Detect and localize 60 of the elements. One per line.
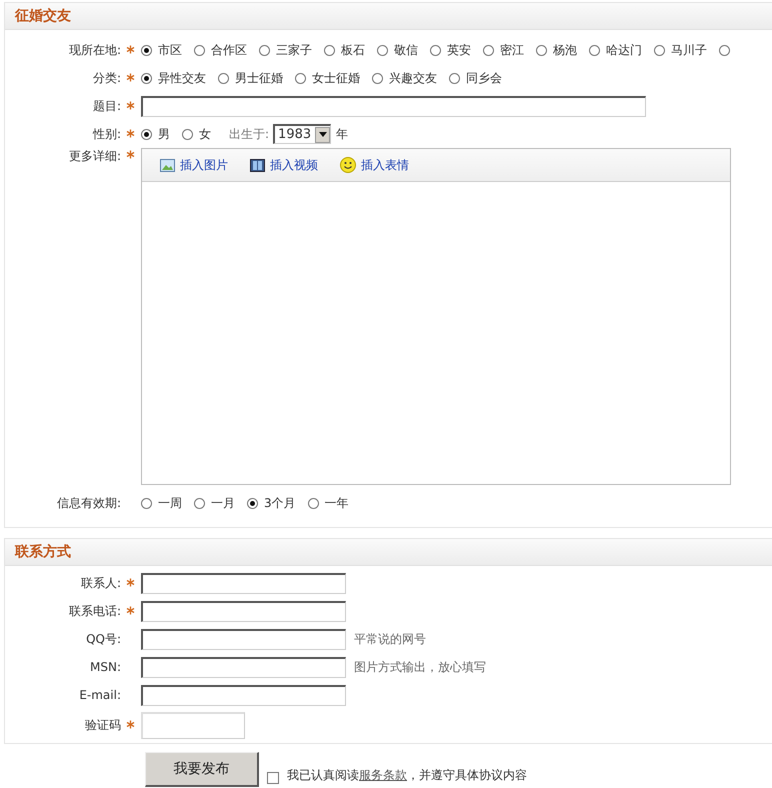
field-label: QQ号: bbox=[86, 632, 121, 646]
year-select[interactable]: 1983 bbox=[273, 124, 332, 144]
field-label: E-mail: bbox=[79, 688, 121, 702]
film-icon bbox=[250, 158, 265, 172]
field-hint: 平常说的网号 bbox=[354, 630, 426, 648]
field-label: 验证码 bbox=[85, 718, 121, 732]
year-unit: 年 bbox=[336, 126, 348, 142]
input-field[interactable] bbox=[141, 684, 346, 706]
field-label: 现所在地: bbox=[68, 42, 121, 56]
field-label: 分类: bbox=[92, 70, 121, 84]
caret-icon bbox=[318, 132, 327, 137]
radio-option[interactable]: 三家子 bbox=[259, 42, 312, 58]
smiley-icon bbox=[340, 157, 356, 173]
field-label: 联系电话: bbox=[68, 604, 121, 618]
input-field[interactable] bbox=[141, 572, 346, 594]
radio-option[interactable]: 板石 bbox=[324, 42, 365, 58]
field-label: MSN: bbox=[90, 660, 121, 674]
radio-option[interactable]: 一年 bbox=[308, 494, 349, 512]
agree-checkbox[interactable] bbox=[267, 772, 279, 784]
radio-option[interactable]: 兴趣交友 bbox=[372, 70, 437, 86]
radio-option[interactable]: 女 bbox=[182, 126, 211, 142]
field-label: 题目: bbox=[92, 98, 121, 112]
field-hint: 图片方式输出，放心填写 bbox=[354, 658, 486, 676]
captcha-field[interactable] bbox=[141, 712, 245, 738]
terms-link[interactable]: 服务条款 bbox=[359, 768, 407, 782]
radio-option[interactable]: 男士征婚 bbox=[218, 70, 283, 86]
subject-field[interactable] bbox=[141, 96, 646, 116]
radio-option[interactable]: 异性交友 bbox=[141, 70, 206, 86]
radio-option[interactable]: 敬信 bbox=[377, 42, 418, 58]
field-label: 更多详细: bbox=[68, 149, 121, 163]
radio-option[interactable]: 同乡会 bbox=[449, 70, 502, 86]
publish-button[interactable]: 我要发布 bbox=[145, 752, 259, 787]
radio-option[interactable]: 马川子 bbox=[654, 42, 707, 58]
radio-option[interactable]: 合作区 bbox=[194, 42, 247, 58]
radio-option[interactable]: 女士征婚 bbox=[295, 70, 360, 86]
radio-option[interactable]: 杨泡 bbox=[536, 42, 577, 58]
radio-option[interactable]: 哈达门 bbox=[589, 42, 642, 58]
field-label: 联系人: bbox=[80, 576, 121, 590]
field-label: 性别: bbox=[92, 126, 121, 140]
rich-text-editor[interactable]: 插入图片 插入视频 插入表情 bbox=[141, 148, 731, 485]
radio-option[interactable] bbox=[719, 44, 730, 56]
radio-option[interactable]: 一周 bbox=[141, 494, 182, 512]
radio-option[interactable]: 英安 bbox=[430, 42, 471, 58]
toolbar-button[interactable]: 插入图片 bbox=[160, 156, 228, 174]
image-icon bbox=[160, 158, 175, 172]
section-title: 征婚交友 bbox=[15, 7, 71, 25]
radio-option[interactable]: 一月 bbox=[194, 494, 235, 512]
agreement-text: 我已认真阅读服务条款，并遵守具体协议内容 bbox=[287, 767, 527, 784]
field-label: 信息有效期: bbox=[56, 496, 121, 510]
input-field[interactable] bbox=[141, 600, 346, 622]
radio-option[interactable]: 密江 bbox=[483, 42, 524, 58]
radio-option[interactable]: 男 bbox=[141, 126, 170, 142]
radio-option[interactable]: 3个月 bbox=[247, 494, 296, 512]
input-field[interactable] bbox=[141, 628, 346, 650]
toolbar-button[interactable]: 插入表情 bbox=[340, 156, 409, 174]
radio-option[interactable]: 市区 bbox=[141, 42, 182, 58]
toolbar-button[interactable]: 插入视频 bbox=[250, 156, 318, 174]
input-field[interactable] bbox=[141, 656, 346, 678]
section-title: 联系方式 bbox=[15, 543, 71, 561]
birth-label: 出生于: bbox=[229, 126, 270, 142]
